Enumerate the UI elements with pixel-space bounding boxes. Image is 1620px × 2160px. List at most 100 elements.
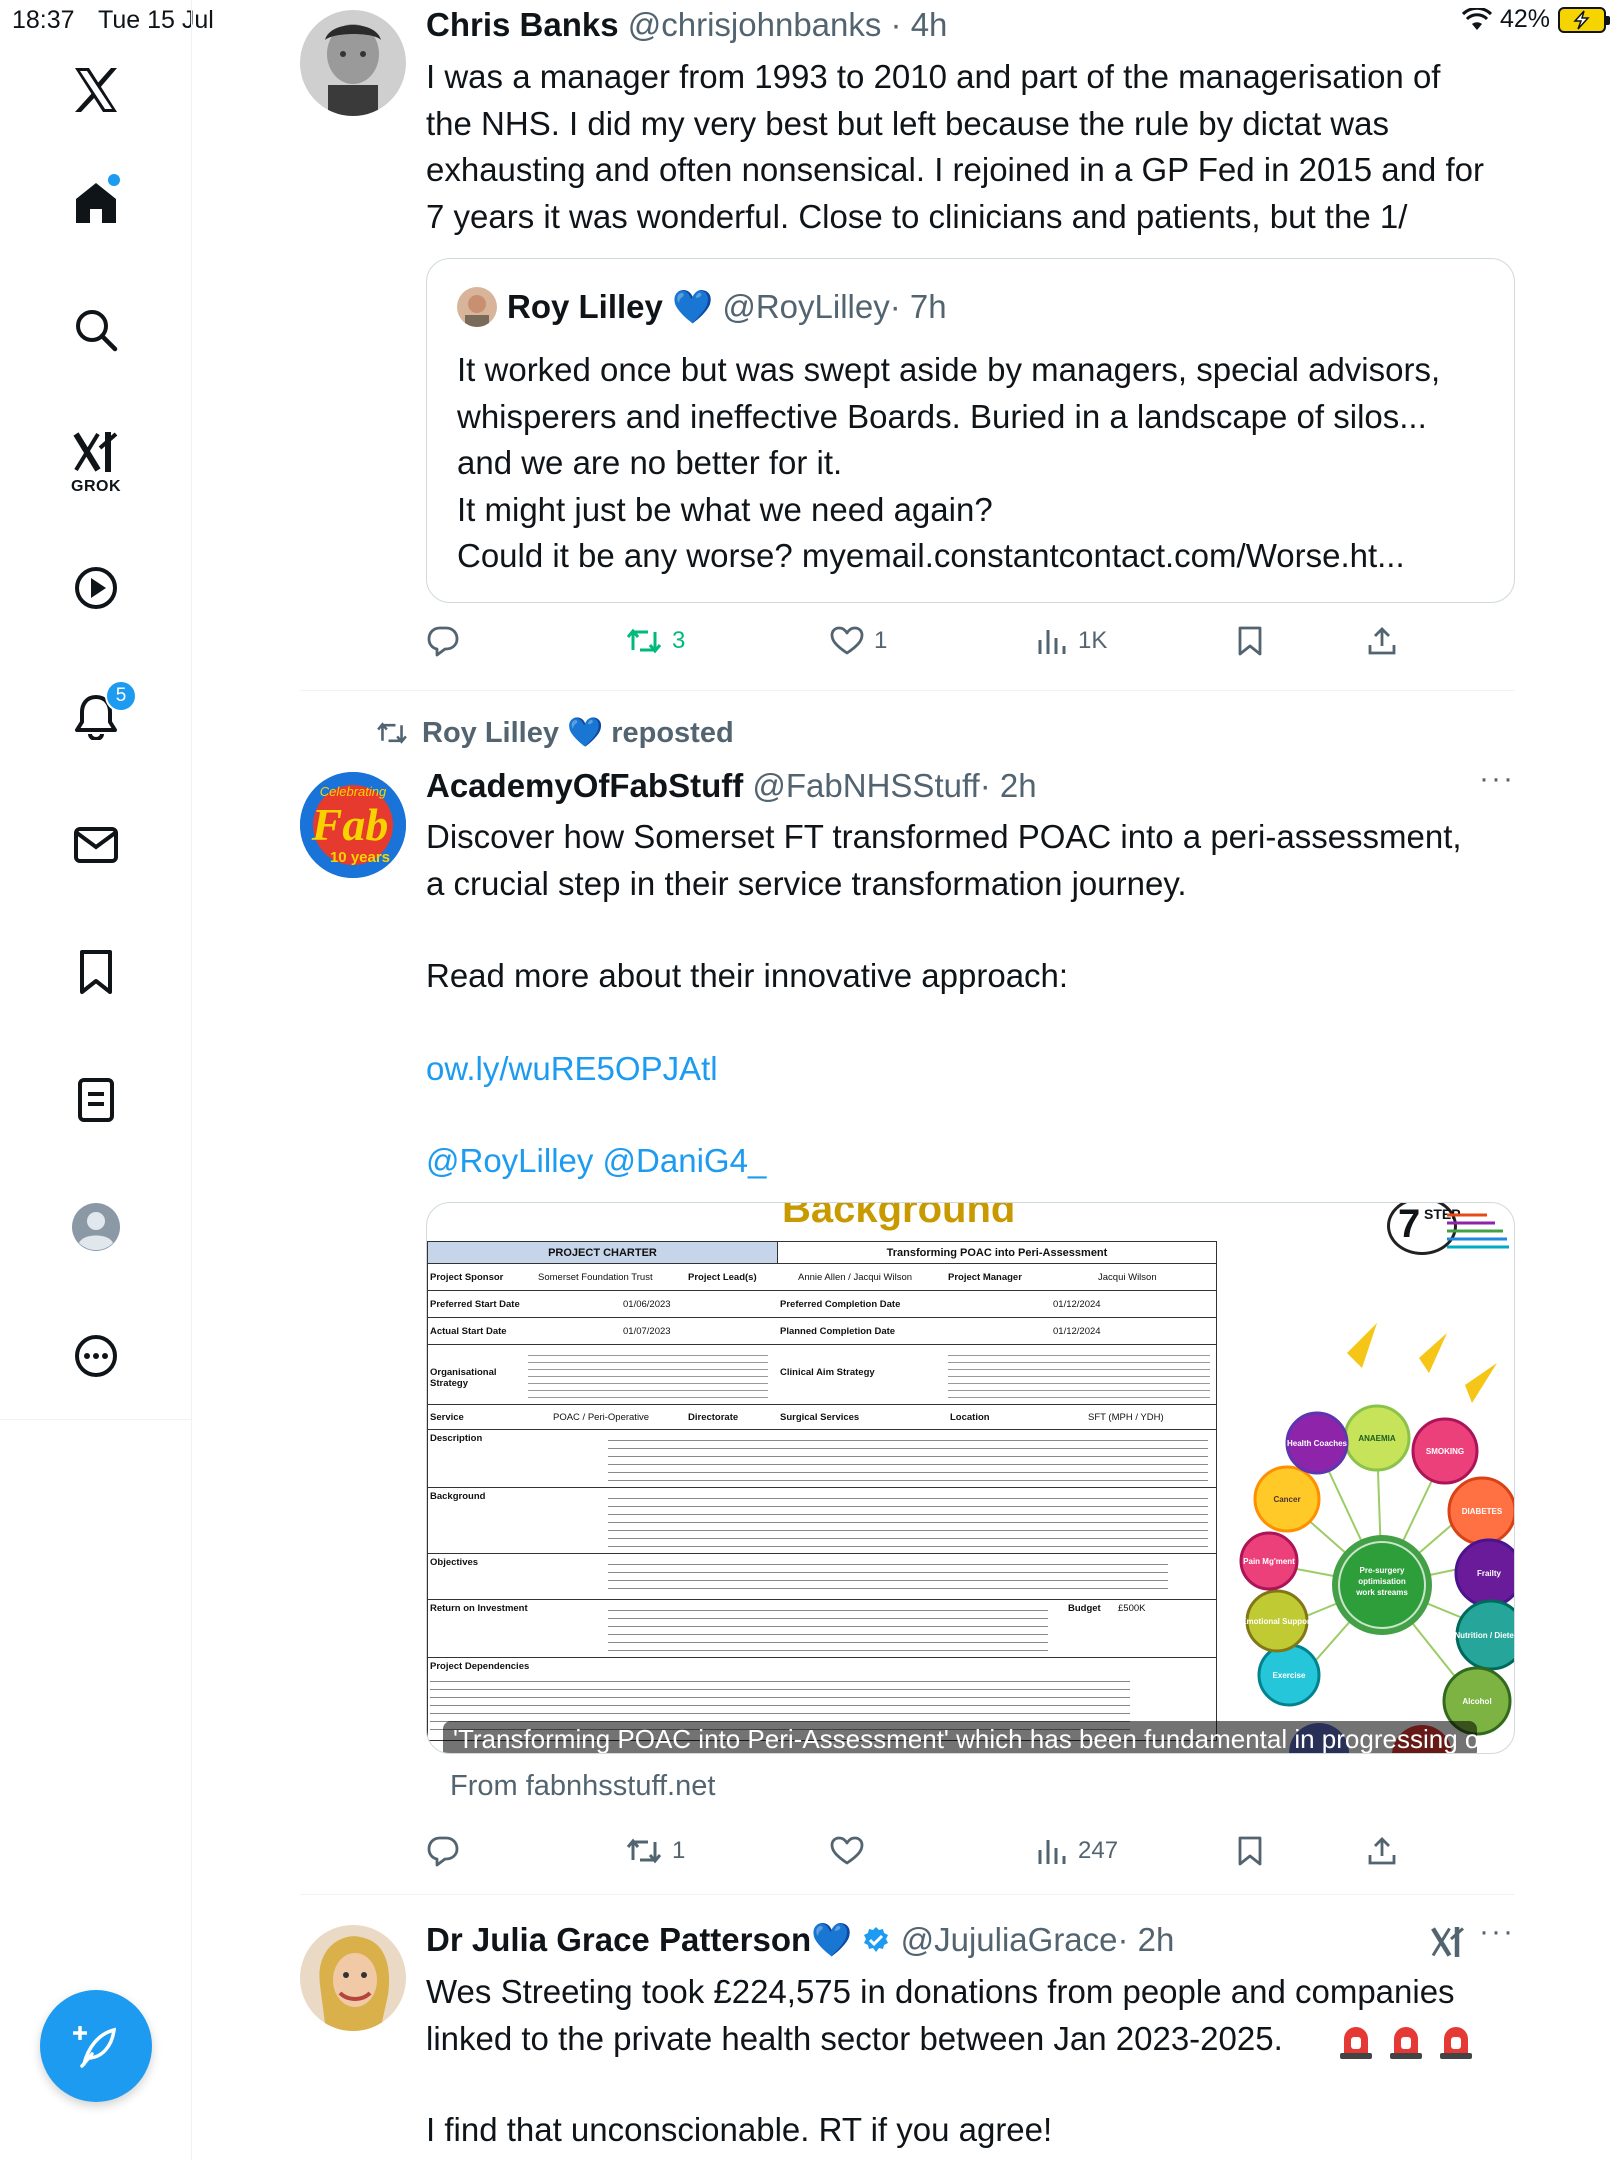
- nav-divider: [0, 1419, 192, 1420]
- author-handle[interactable]: @FabNHSStuff: [752, 767, 979, 804]
- avatar-text-celebrating: Celebrating: [320, 784, 387, 799]
- author-name[interactable]: AcademyOfFabStuff: [426, 767, 743, 804]
- heart-emoji: 💙: [811, 1921, 853, 1958]
- tweet-chris-banks[interactable]: Chris Banks @chrisjohnbanks · 4h I was a…: [300, 0, 1515, 690]
- repost-attribution[interactable]: Roy Lilley 💙 reposted: [376, 716, 734, 750]
- cell: Preferred Completion Date: [780, 1299, 901, 1310]
- tweet-academy-of-fab-stuff[interactable]: Roy Lilley 💙 reposted Celebrating Fab 10…: [300, 712, 1515, 1890]
- tweet-text-intro: Discover how Somerset FT transformed POA…: [426, 818, 1462, 902]
- reply-icon: [427, 1836, 459, 1867]
- tweet-time[interactable]: · 4h: [891, 6, 948, 43]
- label-clinical-aim: Clinical Aim Strategy: [780, 1367, 875, 1378]
- bubble-exercise: Exercise: [1273, 1671, 1306, 1680]
- charter-row-background: Background: [428, 1488, 1216, 1554]
- reply-button[interactable]: [426, 1826, 460, 1876]
- repost-small-icon: [377, 722, 407, 744]
- quoted-tweet[interactable]: Roy Lilley 💙 @RoyLilley· 7h It worked on…: [426, 258, 1515, 603]
- workstreams-diagram: Pre-surgery optimisation work streams ANAE…: [1239, 1323, 1514, 1753]
- repost-button[interactable]: 3: [626, 616, 685, 666]
- video-icon[interactable]: [48, 548, 144, 628]
- reply-icon: [427, 626, 459, 657]
- tweet-mentions[interactable]: @RoyLilley @DaniG4_: [426, 1138, 1516, 1185]
- strategy-text-block: [528, 1349, 768, 1399]
- grok-explain-icon[interactable]: [1430, 1925, 1466, 1959]
- directorate-value: Surgical Services: [780, 1412, 860, 1423]
- card-caption: 'Transforming POAC into Peri-Assessment'…: [443, 1721, 1477, 1753]
- avatar[interactable]: [300, 1925, 406, 2031]
- charter-row-service: Service POAC / Peri-Operative Directorat…: [428, 1405, 1216, 1430]
- siren-icon: [1390, 2027, 1422, 2059]
- tweet-more-icon[interactable]: ···: [1479, 1915, 1515, 1949]
- clinical-aim-text-block: [948, 1349, 1210, 1399]
- grok-label: GROK: [71, 478, 121, 495]
- share-icon: [1368, 627, 1396, 655]
- quote-avatar: [457, 287, 497, 327]
- bubble-alcohol: Alcohol: [1462, 1697, 1491, 1706]
- lists-icon[interactable]: [48, 1060, 144, 1140]
- tweet-text-2: I find that unconscionable. RT if you ag…: [426, 2111, 1053, 2148]
- compose-button[interactable]: [40, 1990, 152, 2102]
- grok-icon[interactable]: GROK: [48, 423, 144, 503]
- more-options-icon[interactable]: [48, 1316, 144, 1396]
- tweet-link[interactable]: ow.ly/wuRE5OPJAtl: [426, 1046, 1516, 1093]
- compose-feather-icon: [73, 2026, 117, 2068]
- author-name[interactable]: Chris Banks: [426, 6, 619, 43]
- charter-row: Project Sponsor Somerset Foundation Trus…: [428, 1264, 1216, 1291]
- bookmark-button[interactable]: [1236, 1826, 1264, 1876]
- reply-button[interactable]: [426, 616, 460, 666]
- link-card-image[interactable]: Background 7 STEP PROJECT CHARTER Transf…: [426, 1202, 1515, 1754]
- author-name[interactable]: Dr Julia Grace Patterson: [426, 1921, 811, 1958]
- cell: Annie Allen / Jacqui Wilson: [798, 1272, 913, 1283]
- repost-by-label: Roy Lilley 💙 reposted: [422, 717, 734, 749]
- share-button[interactable]: [1366, 616, 1398, 666]
- cell: 01/06/2023: [623, 1299, 671, 1310]
- card-background-title: Background: [782, 1202, 1016, 1231]
- views-button[interactable]: 247: [1036, 1826, 1118, 1876]
- views-count: 247: [1078, 1837, 1119, 1864]
- avatar[interactable]: [300, 10, 406, 116]
- profile-avatar-icon[interactable]: [48, 1187, 144, 1267]
- label-description: Description: [430, 1433, 483, 1444]
- bubble-anaemia: ANAEMIA: [1358, 1434, 1396, 1443]
- left-nav: GROK 5: [0, 0, 192, 2160]
- cell: 01/07/2023: [623, 1326, 671, 1337]
- tweet-time[interactable]: · 2h: [1118, 1921, 1175, 1958]
- label-background: Background: [430, 1491, 486, 1502]
- label-directorate: Directorate: [688, 1412, 739, 1423]
- messages-icon[interactable]: [48, 805, 144, 885]
- charter-row: Actual Start Date 01/07/2023 Planned Com…: [428, 1318, 1216, 1345]
- tweet-more-icon[interactable]: ···: [1479, 762, 1515, 796]
- battery-icon: [1558, 6, 1610, 33]
- tweet-time[interactable]: · 2h: [980, 767, 1037, 804]
- siren-icon: [1440, 2027, 1472, 2059]
- tweet-julia-grace-patterson[interactable]: Dr Julia Grace Patterson💙 @JujuliaGrace·…: [300, 1895, 1515, 2160]
- card-source[interactable]: From fabnhsstuff.net: [450, 1770, 715, 1803]
- repost-button[interactable]: 1: [626, 1826, 685, 1876]
- bubble-smoking: SMOKING: [1426, 1447, 1464, 1456]
- bookmark-button[interactable]: [1236, 616, 1264, 666]
- siren-icon: [1340, 2027, 1372, 2059]
- share-button[interactable]: [1366, 1826, 1398, 1876]
- label-strategy: Organisational Strategy: [430, 1367, 497, 1389]
- author-handle[interactable]: @JujuliaGrace: [901, 1921, 1118, 1958]
- search-icon[interactable]: [48, 290, 144, 370]
- heart-icon: [830, 626, 864, 655]
- x-logo-icon[interactable]: [48, 50, 144, 130]
- bookmark-icon: [1238, 1836, 1262, 1866]
- location-value: SFT (MPH / YDH): [1088, 1412, 1164, 1423]
- bookmarks-icon[interactable]: [48, 932, 144, 1012]
- avatar[interactable]: Celebrating Fab 10 years: [300, 772, 406, 878]
- like-button[interactable]: [830, 1826, 864, 1876]
- tweet-actions: 1 247: [426, 1826, 1426, 1876]
- description-text-block: [608, 1433, 1208, 1483]
- tweet-text-readmore: Read more about their innovative approac…: [426, 957, 1069, 994]
- roi-text-block: [608, 1603, 1048, 1653]
- views-button[interactable]: 1K: [1036, 616, 1107, 666]
- notifications-bell-icon[interactable]: 5: [48, 676, 144, 756]
- home-icon[interactable]: [48, 162, 144, 242]
- quote-text: It worked once but was swept aside by ma…: [457, 351, 1441, 574]
- like-button[interactable]: 1: [830, 616, 887, 666]
- author-handle[interactable]: @chrisjohnbanks: [628, 6, 882, 43]
- like-count: 1: [874, 627, 888, 654]
- charter-row: Preferred Start Date 01/06/2023 Preferre…: [428, 1291, 1216, 1318]
